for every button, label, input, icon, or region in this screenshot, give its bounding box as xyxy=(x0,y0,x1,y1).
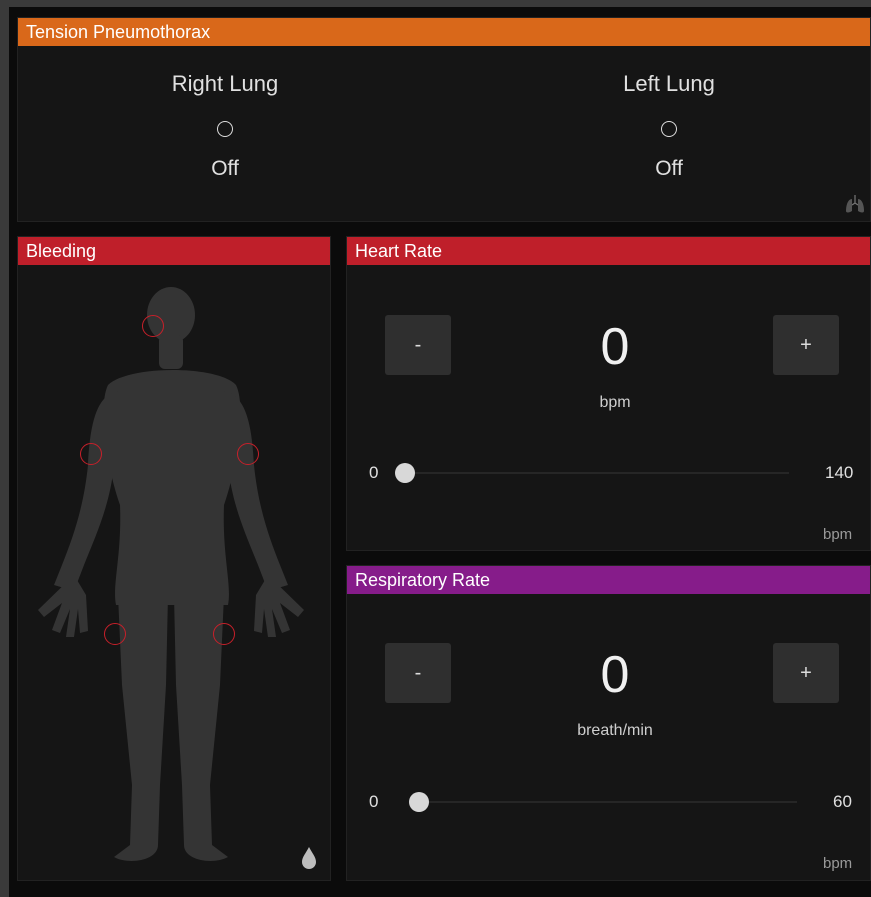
tension-pneumothorax-title: Tension Pneumothorax xyxy=(26,22,211,42)
heart-rate-min-label: 0 xyxy=(369,463,379,482)
heart-rate-corner-unit: bpm xyxy=(823,526,853,543)
tension-pneumothorax-header: Tension Pneumothorax xyxy=(18,18,870,46)
left-lung-control[interactable]: Left Lung Off xyxy=(519,71,819,181)
heart-rate-slider-thumb[interactable] xyxy=(395,463,415,483)
heart-rate-value: 0 xyxy=(600,318,630,376)
left-lung-radio[interactable] xyxy=(661,121,677,137)
respiratory-rate-increment-button[interactable]: + xyxy=(773,643,839,703)
bleeding-point-right-arm[interactable] xyxy=(80,443,102,465)
bleeding-point-left-arm[interactable] xyxy=(237,443,259,465)
heart-rate-slider-track[interactable] xyxy=(405,472,789,474)
body-silhouette xyxy=(38,287,304,861)
left-lung-state: Off xyxy=(655,157,683,180)
respiratory-rate-unit: breath/min xyxy=(577,722,653,739)
left-lung-label: Left Lung xyxy=(623,71,715,96)
right-lung-radio[interactable] xyxy=(217,121,233,137)
bleeding-panel: Bleeding xyxy=(17,236,331,881)
heart-rate-increment-button[interactable]: + xyxy=(773,315,839,375)
heart-rate-panel: Heart Rate - 0 + bpm 0 140 bpm xyxy=(346,236,871,551)
heart-rate-max-label: 140 xyxy=(825,463,854,482)
respiratory-rate-corner-unit: bpm xyxy=(823,855,853,872)
bleeding-point-right-leg[interactable] xyxy=(104,623,126,645)
respiratory-rate-min-label: 0 xyxy=(369,792,379,811)
respiratory-rate-decrement-button[interactable]: - xyxy=(385,643,451,703)
tension-pneumothorax-panel: Tension Pneumothorax Right Lung Off Left… xyxy=(17,17,871,222)
respiratory-rate-slider-thumb[interactable] xyxy=(409,792,429,812)
heart-rate-unit: bpm xyxy=(599,394,631,411)
bleeding-header: Bleeding xyxy=(18,237,330,265)
respiratory-rate-title: Respiratory Rate xyxy=(355,570,491,590)
heart-rate-header: Heart Rate xyxy=(347,237,870,265)
window-frame-top xyxy=(0,0,871,7)
lungs-icon xyxy=(846,195,864,213)
right-lung-state: Off xyxy=(211,157,239,180)
respiratory-rate-panel: Respiratory Rate - 0 + breath/min 0 60 b… xyxy=(346,565,871,881)
heart-rate-title: Heart Rate xyxy=(355,241,443,261)
respiratory-rate-header: Respiratory Rate xyxy=(347,566,870,594)
heart-rate-decrement-button[interactable]: - xyxy=(385,315,451,375)
respiratory-rate-max-label: 60 xyxy=(833,792,852,811)
blood-drop-icon xyxy=(302,847,316,869)
window-frame-left xyxy=(0,0,9,897)
right-lung-control[interactable]: Right Lung Off xyxy=(75,71,375,181)
respiratory-rate-slider-track[interactable] xyxy=(419,801,797,803)
bleeding-point-left-leg[interactable] xyxy=(213,623,235,645)
right-lung-label: Right Lung xyxy=(171,71,279,96)
bleeding-point-head[interactable] xyxy=(142,315,164,337)
respiratory-rate-value: 0 xyxy=(600,646,630,704)
bleeding-title: Bleeding xyxy=(26,241,97,261)
